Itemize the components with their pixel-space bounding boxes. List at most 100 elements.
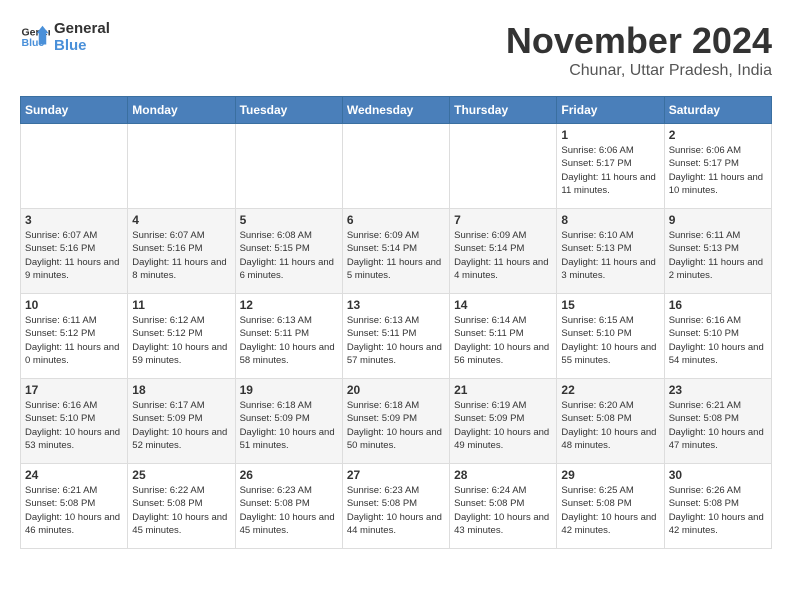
day-info: Sunrise: 6:18 AM Sunset: 5:09 PM Dayligh…	[347, 399, 445, 452]
day-info: Sunrise: 6:20 AM Sunset: 5:08 PM Dayligh…	[561, 399, 659, 452]
day-number: 19	[240, 383, 338, 397]
day-info: Sunrise: 6:14 AM Sunset: 5:11 PM Dayligh…	[454, 314, 552, 367]
calendar-cell: 11 Sunrise: 6:12 AM Sunset: 5:12 PM Dayli…	[128, 294, 235, 379]
day-number: 23	[669, 383, 767, 397]
calendar-week-3: 10Sunrise: 6:11 AM Sunset: 5:12 PM Dayli…	[21, 294, 772, 379]
calendar-cell: 5 Sunrise: 6:08 AM Sunset: 5:15 PM Daylig…	[235, 209, 342, 294]
calendar-body: 1 Sunrise: 6:06 AM Sunset: 5:17 PM Daylig…	[21, 124, 772, 549]
calendar-cell	[128, 124, 235, 209]
day-number: 29	[561, 468, 659, 482]
day-number: 11	[132, 298, 230, 312]
calendar-cell: 7 Sunrise: 6:09 AM Sunset: 5:14 PM Daylig…	[450, 209, 557, 294]
day-number: 25	[132, 468, 230, 482]
calendar-cell: 28 Sunrise: 6:24 AM Sunset: 5:08 PM Dayli…	[450, 464, 557, 549]
day-number: 17	[25, 383, 123, 397]
calendar-cell: 22 Sunrise: 6:20 AM Sunset: 5:08 PM Dayli…	[557, 379, 664, 464]
day-info: Sunrise: 6:12 AM Sunset: 5:12 PM Dayligh…	[132, 314, 230, 367]
calendar-cell: 14 Sunrise: 6:14 AM Sunset: 5:11 PM Dayli…	[450, 294, 557, 379]
day-info: Sunrise: 6:08 AM Sunset: 5:15 PM Dayligh…	[240, 229, 338, 282]
calendar-cell	[342, 124, 449, 209]
calendar-cell: 2 Sunrise: 6:06 AM Sunset: 5:17 PM Daylig…	[664, 124, 771, 209]
header-tuesday: Tuesday	[235, 97, 342, 124]
header-sunday: Sunday	[21, 97, 128, 124]
calendar-cell: 10Sunrise: 6:11 AM Sunset: 5:12 PM Dayli…	[21, 294, 128, 379]
calendar-week-2: 3 Sunrise: 6:07 AM Sunset: 5:16 PM Daylig…	[21, 209, 772, 294]
calendar-cell: 27Sunrise: 6:23 AM Sunset: 5:08 PM Dayli…	[342, 464, 449, 549]
header-row: Sunday Monday Tuesday Wednesday Thursday…	[21, 97, 772, 124]
day-info: Sunrise: 6:06 AM Sunset: 5:17 PM Dayligh…	[561, 144, 659, 197]
calendar-cell: 29Sunrise: 6:25 AM Sunset: 5:08 PM Dayli…	[557, 464, 664, 549]
header-monday: Monday	[128, 97, 235, 124]
day-info: Sunrise: 6:24 AM Sunset: 5:08 PM Dayligh…	[454, 484, 552, 537]
day-info: Sunrise: 6:26 AM Sunset: 5:08 PM Dayligh…	[669, 484, 767, 537]
calendar-cell: 21 Sunrise: 6:19 AM Sunset: 5:09 PM Dayli…	[450, 379, 557, 464]
calendar-cell: 23 Sunrise: 6:21 AM Sunset: 5:08 PM Dayli…	[664, 379, 771, 464]
calendar-week-4: 17Sunrise: 6:16 AM Sunset: 5:10 PM Dayli…	[21, 379, 772, 464]
calendar-cell: 13Sunrise: 6:13 AM Sunset: 5:11 PM Dayli…	[342, 294, 449, 379]
logo: General Blue General Blue	[20, 20, 110, 54]
day-info: Sunrise: 6:09 AM Sunset: 5:14 PM Dayligh…	[454, 229, 552, 282]
calendar-week-1: 1 Sunrise: 6:06 AM Sunset: 5:17 PM Daylig…	[21, 124, 772, 209]
day-number: 18	[132, 383, 230, 397]
header: General Blue General Blue November 2024 …	[20, 20, 772, 80]
day-number: 24	[25, 468, 123, 482]
day-number: 1	[561, 128, 659, 142]
day-info: Sunrise: 6:15 AM Sunset: 5:10 PM Dayligh…	[561, 314, 659, 367]
day-number: 12	[240, 298, 338, 312]
calendar-cell: 20 Sunrise: 6:18 AM Sunset: 5:09 PM Dayli…	[342, 379, 449, 464]
calendar-cell: 26 Sunrise: 6:23 AM Sunset: 5:08 PM Dayli…	[235, 464, 342, 549]
header-friday: Friday	[557, 97, 664, 124]
calendar-cell: 1 Sunrise: 6:06 AM Sunset: 5:17 PM Daylig…	[557, 124, 664, 209]
calendar-header: Sunday Monday Tuesday Wednesday Thursday…	[21, 97, 772, 124]
day-info: Sunrise: 6:07 AM Sunset: 5:16 PM Dayligh…	[132, 229, 230, 282]
day-number: 4	[132, 213, 230, 227]
day-info: Sunrise: 6:21 AM Sunset: 5:08 PM Dayligh…	[669, 399, 767, 452]
title-area: November 2024 Chunar, Uttar Pradesh, Ind…	[506, 20, 772, 80]
calendar-cell: 4 Sunrise: 6:07 AM Sunset: 5:16 PM Daylig…	[128, 209, 235, 294]
day-number: 28	[454, 468, 552, 482]
day-info: Sunrise: 6:13 AM Sunset: 5:11 PM Dayligh…	[240, 314, 338, 367]
day-info: Sunrise: 6:22 AM Sunset: 5:08 PM Dayligh…	[132, 484, 230, 537]
calendar-cell: 9 Sunrise: 6:11 AM Sunset: 5:13 PM Daylig…	[664, 209, 771, 294]
day-number: 21	[454, 383, 552, 397]
calendar-cell	[21, 124, 128, 209]
calendar-cell: 6Sunrise: 6:09 AM Sunset: 5:14 PM Daylig…	[342, 209, 449, 294]
day-number: 9	[669, 213, 767, 227]
day-number: 2	[669, 128, 767, 142]
day-info: Sunrise: 6:06 AM Sunset: 5:17 PM Dayligh…	[669, 144, 767, 197]
header-thursday: Thursday	[450, 97, 557, 124]
calendar-week-5: 24 Sunrise: 6:21 AM Sunset: 5:08 PM Dayli…	[21, 464, 772, 549]
day-info: Sunrise: 6:23 AM Sunset: 5:08 PM Dayligh…	[240, 484, 338, 537]
calendar-cell: 12 Sunrise: 6:13 AM Sunset: 5:11 PM Dayli…	[235, 294, 342, 379]
day-info: Sunrise: 6:21 AM Sunset: 5:08 PM Dayligh…	[25, 484, 123, 537]
header-saturday: Saturday	[664, 97, 771, 124]
day-info: Sunrise: 6:07 AM Sunset: 5:16 PM Dayligh…	[25, 229, 123, 282]
logo-line2: Blue	[54, 37, 110, 54]
day-number: 22	[561, 383, 659, 397]
calendar-cell	[450, 124, 557, 209]
day-info: Sunrise: 6:17 AM Sunset: 5:09 PM Dayligh…	[132, 399, 230, 452]
day-number: 5	[240, 213, 338, 227]
calendar-cell	[235, 124, 342, 209]
day-info: Sunrise: 6:16 AM Sunset: 5:10 PM Dayligh…	[669, 314, 767, 367]
day-number: 27	[347, 468, 445, 482]
calendar-cell: 3 Sunrise: 6:07 AM Sunset: 5:16 PM Daylig…	[21, 209, 128, 294]
day-info: Sunrise: 6:19 AM Sunset: 5:09 PM Dayligh…	[454, 399, 552, 452]
day-number: 14	[454, 298, 552, 312]
day-info: Sunrise: 6:11 AM Sunset: 5:13 PM Dayligh…	[669, 229, 767, 282]
day-number: 20	[347, 383, 445, 397]
calendar-table: Sunday Monday Tuesday Wednesday Thursday…	[20, 96, 772, 549]
day-number: 7	[454, 213, 552, 227]
logo-line1: General	[54, 20, 110, 37]
day-number: 10	[25, 298, 123, 312]
day-number: 26	[240, 468, 338, 482]
day-info: Sunrise: 6:10 AM Sunset: 5:13 PM Dayligh…	[561, 229, 659, 282]
calendar-cell: 30Sunrise: 6:26 AM Sunset: 5:08 PM Dayli…	[664, 464, 771, 549]
calendar-cell: 15 Sunrise: 6:15 AM Sunset: 5:10 PM Dayli…	[557, 294, 664, 379]
calendar-cell: 25 Sunrise: 6:22 AM Sunset: 5:08 PM Dayli…	[128, 464, 235, 549]
day-number: 15	[561, 298, 659, 312]
calendar-cell: 16Sunrise: 6:16 AM Sunset: 5:10 PM Dayli…	[664, 294, 771, 379]
day-number: 3	[25, 213, 123, 227]
day-info: Sunrise: 6:09 AM Sunset: 5:14 PM Dayligh…	[347, 229, 445, 282]
location-subtitle: Chunar, Uttar Pradesh, India	[506, 62, 772, 80]
